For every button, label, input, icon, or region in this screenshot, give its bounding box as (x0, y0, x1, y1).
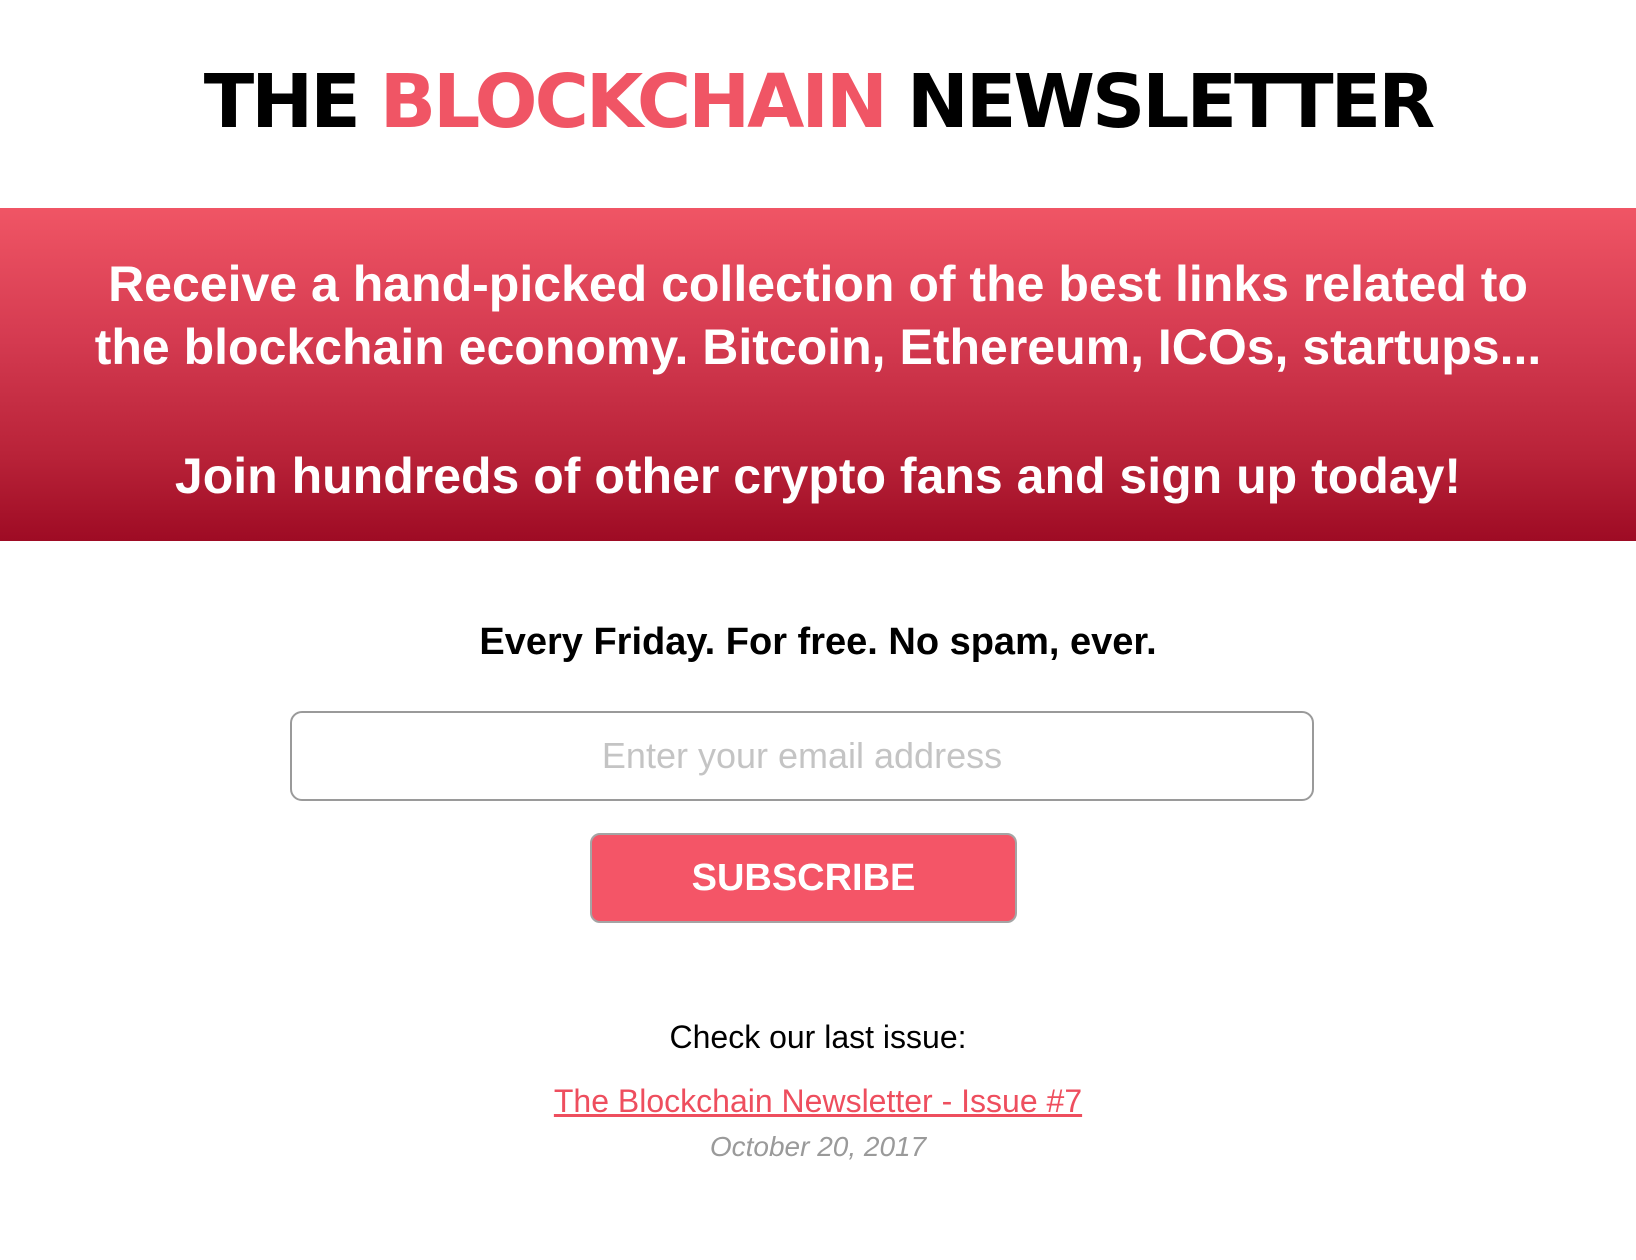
last-issue-link[interactable]: The Blockchain Newsletter - Issue #7 (554, 1083, 1082, 1119)
issue-date: October 20, 2017 (709, 1131, 927, 1162)
email-input[interactable] (290, 711, 1314, 801)
subscribe-button[interactable]: SUBSCRIBE (590, 833, 1017, 923)
logo-word-the: THE (203, 59, 361, 145)
banner-call-to-action: Join hundreds of other crypto fans and s… (174, 448, 1462, 504)
issue-link-container: The Blockchain Newsletter - Issue #7 (0, 1081, 1636, 1121)
newsletter-page: THE BLOCKCHAIN NEWSLETTER Receive a hand-p… (0, 0, 1636, 1260)
last-issue-label: Check our last issue: (669, 1019, 967, 1055)
logo-word-newsletter: NEWSLETTER (906, 59, 1435, 145)
hero-banner: Receive a hand-picked collection of the … (0, 208, 1636, 541)
signup-tagline: Every Friday. For free. No spam, ever. (479, 621, 1157, 663)
site-logo: THE BLOCKCHAIN NEWSLETTER (0, 52, 1636, 152)
banner-line-2: the blockchain economy. Bitcoin, Ethereu… (94, 319, 1542, 375)
logo-word-blockchain: BLOCKCHAIN (379, 59, 888, 145)
banner-line-1: Receive a hand-picked collection of the … (108, 256, 1528, 312)
